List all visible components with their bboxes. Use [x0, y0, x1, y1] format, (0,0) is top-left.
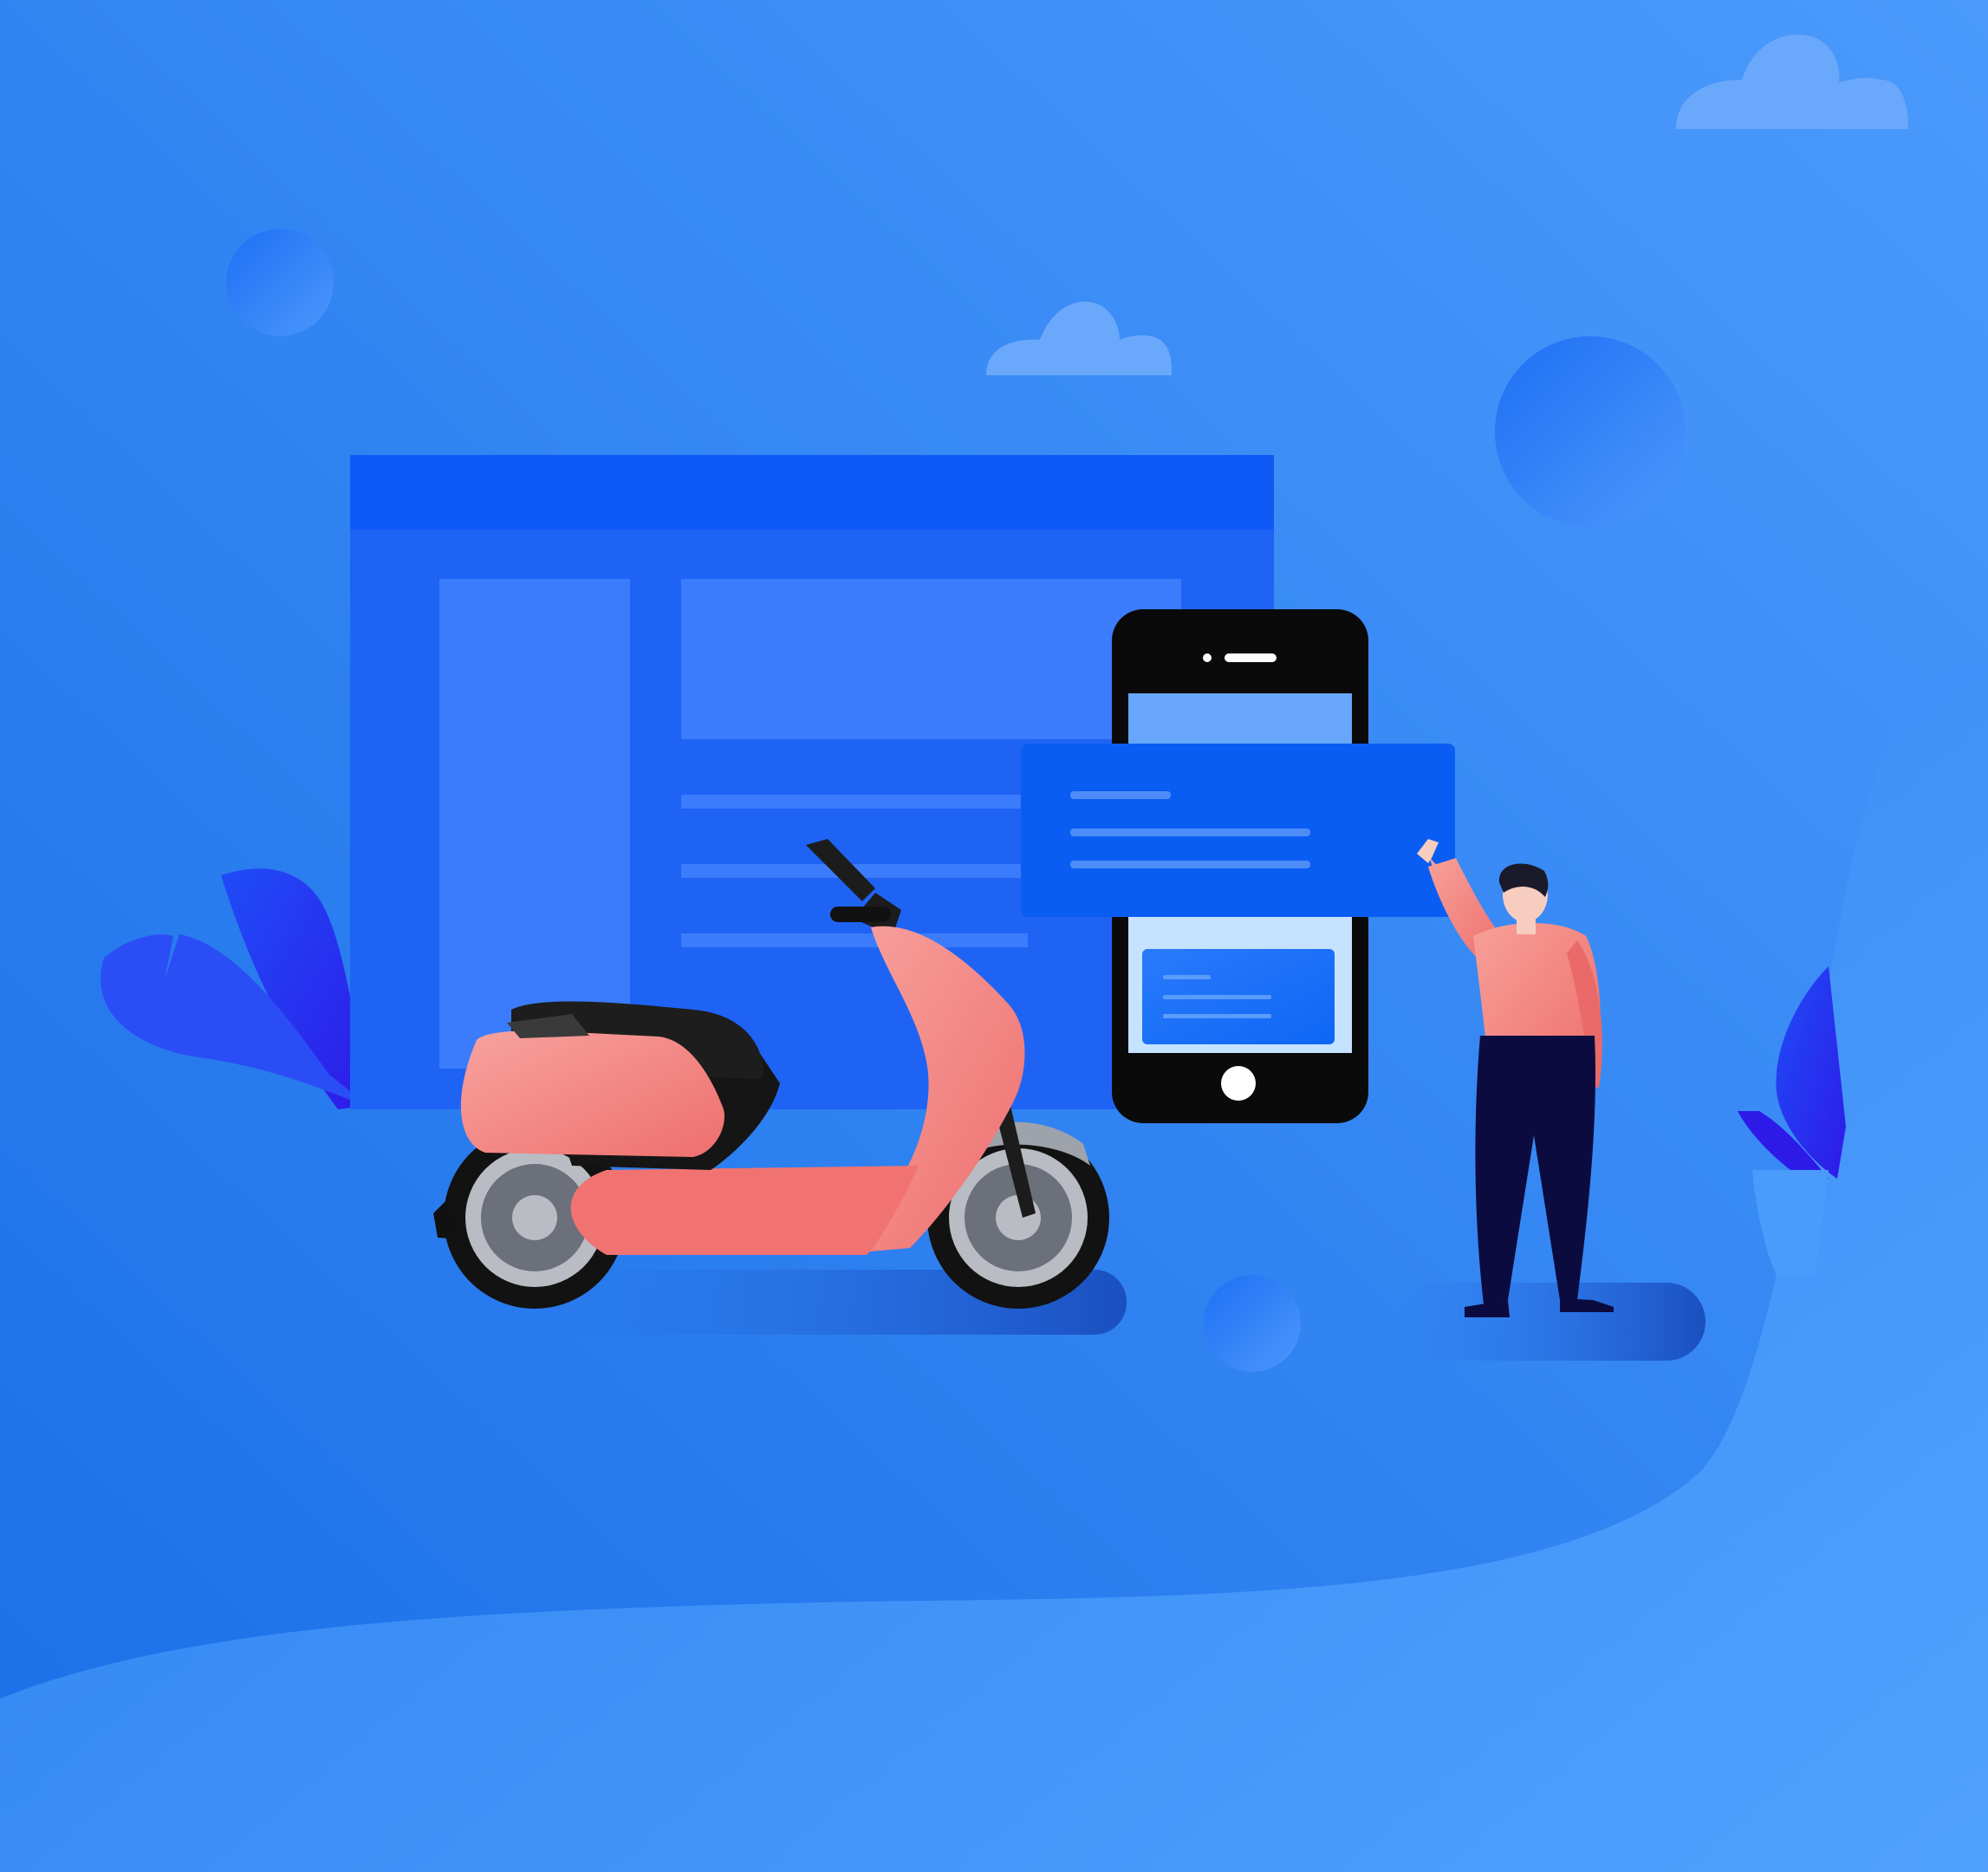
bubble-right	[1495, 336, 1686, 527]
bubble-left	[226, 229, 334, 336]
dot-icon	[1203, 653, 1212, 662]
illustration-canvas	[0, 0, 1988, 1872]
person-shadow	[1395, 1283, 1705, 1361]
window-text-line	[681, 933, 1028, 947]
speaker-slot-icon	[1225, 653, 1277, 662]
window-text-line	[681, 795, 1028, 809]
window-header	[350, 455, 1274, 530]
popup-card	[1021, 744, 1455, 917]
window-sidebar-panel	[439, 579, 630, 1069]
home-button-icon	[1221, 1066, 1256, 1101]
bubble-bottom	[1204, 1275, 1301, 1372]
window-hero-panel	[681, 579, 1181, 739]
